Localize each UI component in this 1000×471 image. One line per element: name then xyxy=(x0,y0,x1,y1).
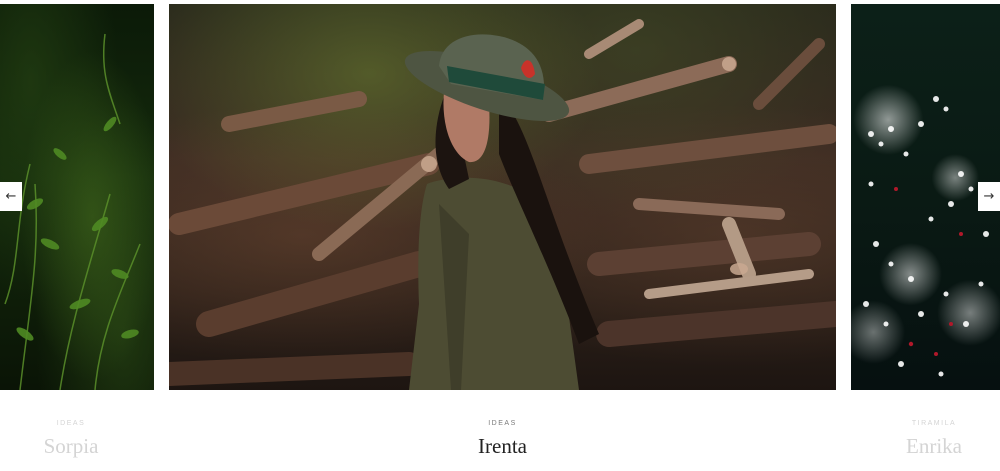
slide-category: Tiramila xyxy=(911,420,957,427)
next-slide-button[interactable]: → xyxy=(978,182,1000,211)
foliage-illustration xyxy=(4,33,141,390)
arrow-left-icon: ← xyxy=(5,189,17,204)
prev-slide-button[interactable]: ← xyxy=(0,182,22,211)
portfolio-carousel: ← → Ideas Sorpia Ideas Irenta Tiramila E… xyxy=(0,0,1000,471)
slide-irenta[interactable] xyxy=(169,4,836,390)
logs-and-woman-illustration xyxy=(169,19,836,390)
slide-category: Ideas xyxy=(56,420,86,427)
slide-title[interactable]: Sorpia xyxy=(0,433,142,459)
slide-title[interactable]: Irenta xyxy=(169,433,836,459)
arrow-right-icon: → xyxy=(983,189,995,204)
caption-sorpia: Ideas Sorpia xyxy=(0,420,142,459)
slide-sorpia[interactable] xyxy=(0,4,154,390)
slide-title[interactable]: Enrika xyxy=(868,433,1000,459)
slide-category: Ideas xyxy=(488,420,517,427)
caption-enrika: Tiramila Enrika xyxy=(868,420,1000,459)
caption-irenta: Ideas Irenta xyxy=(169,420,836,459)
